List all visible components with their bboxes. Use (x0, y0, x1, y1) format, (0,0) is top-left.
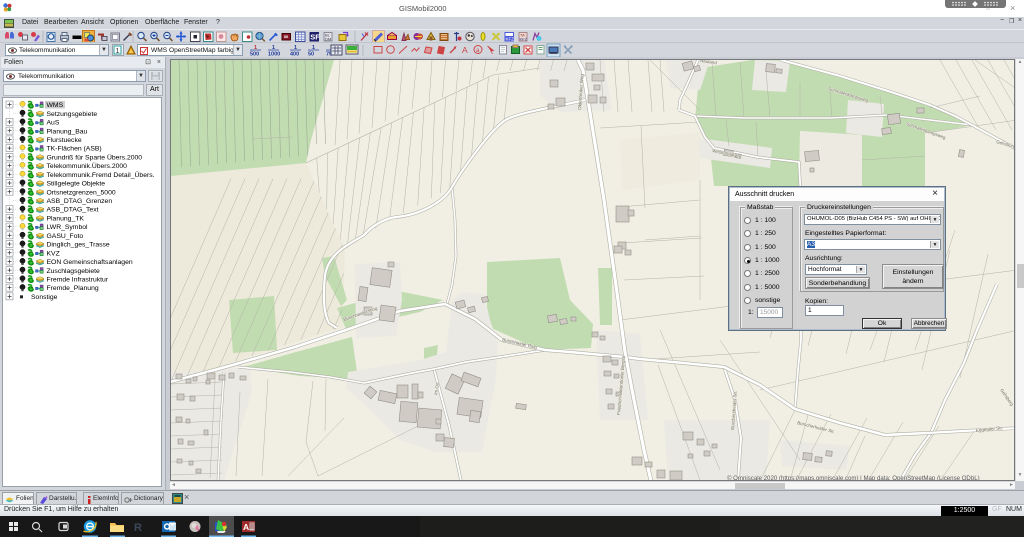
svg-text:Planung_TK: Planung_TK (47, 215, 85, 222)
svg-text:Fremde_Planung: Fremde_Planung (47, 285, 99, 292)
svg-text:DM: DM (325, 37, 331, 42)
svg-text:AuS: AuS (47, 120, 60, 127)
svg-text:Stillgelegte Objekte: Stillgelegte Objekte (47, 181, 106, 188)
svg-text:EON Gemeinschaftsanlagen: EON Gemeinschaftsanlagen (47, 259, 133, 266)
svg-text:A: A (462, 45, 468, 55)
svg-text:SF: SF (310, 33, 320, 42)
svg-text:TK-Flächen (ASB): TK-Flächen (ASB) (47, 146, 102, 153)
svg-text:A: A (243, 522, 249, 532)
svg-text:© Omniscale 2020 (https://maps: © Omniscale 2020 (https://maps.omniscale… (727, 475, 980, 480)
svg-text:Flurstuecke: Flurstuecke (47, 137, 82, 144)
svg-text:KFZ: KFZ (506, 37, 515, 42)
svg-text:LWR_Symbol: LWR_Symbol (47, 224, 89, 231)
svg-text:Ortsnetzgrenzen_5000: Ortsnetzgrenzen_5000 (47, 189, 116, 196)
svg-text:Dinglich_ges_Trasse: Dinglich_ges_Trasse (47, 242, 110, 249)
svg-text:Telekommunik.Fremd Detail_Über: Telekommunik.Fremd Detail_Übers. (47, 171, 155, 179)
svg-text:R: R (134, 522, 142, 534)
svg-text:Setzungsgebiete: Setzungsgebiete (47, 111, 98, 118)
svg-text:ASB_DTAG_Text: ASB_DTAG_Text (47, 207, 99, 214)
svg-text:GASU_Foto: GASU_Foto (47, 233, 84, 240)
svg-text:KVZ: KVZ (47, 250, 60, 257)
svg-text:Planung_Bau: Planung_Bau (47, 128, 88, 135)
svg-text:Fremde Infrastruktur: Fremde Infrastruktur (47, 277, 109, 284)
svg-text:Telekommunik.Übers.2000: Telekommunik.Übers.2000 (47, 162, 128, 170)
svg-text:Grundriß für Sparte Übers.2000: Grundriß für Sparte Übers.2000 (47, 153, 143, 161)
svg-text:KFZ: KFZ (520, 37, 528, 42)
svg-text:1: 1 (116, 48, 120, 55)
svg-text:Sonstige: Sonstige (31, 294, 58, 301)
svg-text:ASB_DTAG_Grenzen: ASB_DTAG_Grenzen (47, 198, 113, 205)
svg-text:Zuschlagsgebiete: Zuschlagsgebiete (47, 268, 100, 275)
svg-text:WMS: WMS (47, 102, 64, 109)
